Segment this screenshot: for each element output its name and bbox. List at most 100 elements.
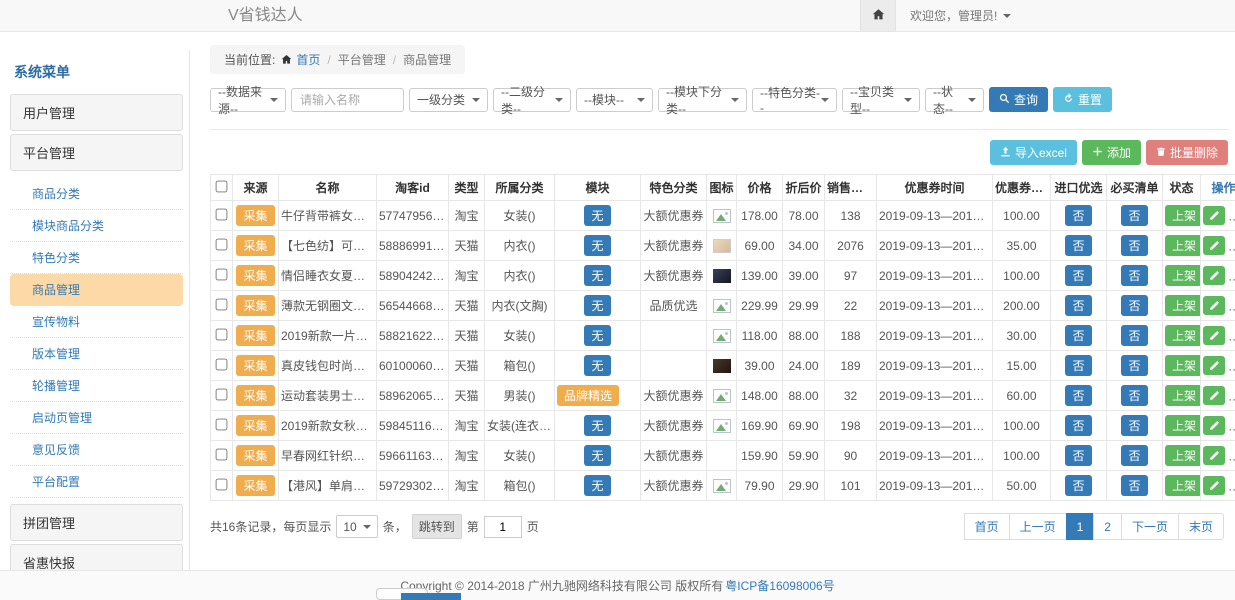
user-menu[interactable]: 欢迎您，管理员!	[910, 7, 1011, 24]
edit-button[interactable]	[1203, 206, 1225, 225]
icp-link[interactable]: 粤ICP备16098006号	[725, 577, 834, 594]
row-checkbox[interactable]	[216, 418, 228, 430]
row-checkbox[interactable]	[216, 358, 228, 370]
status-badge[interactable]: 上架	[1165, 235, 1201, 256]
row-checkbox[interactable]	[216, 478, 228, 490]
filter-status-select[interactable]: --状态--	[925, 88, 984, 112]
home-button[interactable]	[860, 0, 896, 31]
status-badge[interactable]: 上架	[1165, 325, 1201, 346]
edit-button[interactable]	[1203, 296, 1225, 315]
must-buy-toggle[interactable]: 否	[1121, 355, 1147, 376]
filter-feature-select[interactable]: --特色分类--	[752, 88, 837, 112]
imported-toggle[interactable]: 否	[1065, 235, 1091, 256]
jump-page-input[interactable]	[484, 516, 522, 538]
sidebar-group-users[interactable]: 用户管理	[10, 94, 183, 131]
row-checkbox[interactable]	[216, 388, 228, 400]
must-buy-toggle[interactable]: 否	[1121, 325, 1147, 346]
breadcrumb-home-link[interactable]: 首页	[296, 51, 320, 68]
filter-source-select[interactable]: --数据来源--	[210, 88, 286, 112]
batch-delete-button[interactable]: 批量删除	[1146, 140, 1228, 165]
edit-button[interactable]	[1203, 326, 1225, 345]
module-badge[interactable]: 无	[584, 235, 610, 256]
edit-button[interactable]	[1203, 476, 1225, 495]
must-buy-toggle[interactable]: 否	[1121, 385, 1147, 406]
per-page-select[interactable]: 10	[336, 515, 377, 538]
must-buy-toggle[interactable]: 否	[1121, 265, 1147, 286]
imported-toggle[interactable]: 否	[1065, 325, 1091, 346]
imported-toggle[interactable]: 否	[1065, 445, 1091, 466]
sidebar-item[interactable]: 平台配置	[10, 466, 183, 498]
add-button[interactable]: 添加	[1082, 140, 1141, 165]
module-badge[interactable]: 无	[584, 205, 610, 226]
sidebar-item[interactable]: 轮播管理	[10, 370, 183, 402]
sidebar-group[interactable]: 省惠快报	[10, 544, 183, 570]
status-badge[interactable]: 上架	[1165, 355, 1201, 376]
page-button[interactable]: 上一页	[1009, 513, 1067, 540]
import-excel-button[interactable]: 导入excel	[990, 140, 1077, 165]
edit-button[interactable]	[1203, 356, 1225, 375]
page-button[interactable]: 1	[1066, 513, 1095, 540]
must-buy-toggle[interactable]: 否	[1121, 475, 1147, 496]
must-buy-toggle[interactable]: 否	[1121, 205, 1147, 226]
module-badge[interactable]: 品牌精选	[557, 385, 619, 406]
module-badge[interactable]: 无	[584, 325, 610, 346]
status-badge[interactable]: 上架	[1165, 205, 1201, 226]
module-badge[interactable]: 无	[584, 445, 610, 466]
row-checkbox[interactable]	[216, 298, 228, 310]
imported-toggle[interactable]: 否	[1065, 415, 1091, 436]
filter-item-type-select[interactable]: --宝贝类型--	[842, 88, 920, 112]
imported-toggle[interactable]: 否	[1065, 475, 1091, 496]
must-buy-toggle[interactable]: 否	[1121, 295, 1147, 316]
filter-module-sub-select[interactable]: --模块下分类--	[658, 88, 747, 112]
row-checkbox[interactable]	[216, 268, 228, 280]
edit-button[interactable]	[1203, 446, 1225, 465]
status-badge[interactable]: 上架	[1165, 295, 1201, 316]
module-badge[interactable]: 无	[584, 475, 610, 496]
reset-button[interactable]: 重置	[1053, 87, 1112, 112]
page-button[interactable]: 下一页	[1121, 513, 1179, 540]
module-badge[interactable]: 无	[584, 265, 610, 286]
sidebar-item[interactable]: 版本管理	[10, 338, 183, 370]
module-badge[interactable]: 无	[584, 415, 610, 436]
must-buy-toggle[interactable]: 否	[1121, 415, 1147, 436]
row-checkbox[interactable]	[216, 208, 228, 220]
status-badge[interactable]: 上架	[1165, 445, 1201, 466]
jump-button[interactable]: 跳转到	[412, 514, 462, 539]
module-badge[interactable]: 无	[584, 295, 610, 316]
filter-module-select[interactable]: --模块--	[576, 88, 653, 112]
status-badge[interactable]: 上架	[1165, 265, 1201, 286]
imported-toggle[interactable]: 否	[1065, 295, 1091, 316]
status-badge[interactable]: 上架	[1165, 415, 1201, 436]
imported-toggle[interactable]: 否	[1065, 265, 1091, 286]
row-checkbox[interactable]	[216, 328, 228, 340]
module-badge[interactable]: 无	[584, 355, 610, 376]
sidebar-item[interactable]: 特色分类	[10, 242, 183, 274]
name-search-input[interactable]	[291, 88, 404, 112]
select-all-checkbox[interactable]	[216, 180, 228, 192]
imported-toggle[interactable]: 否	[1065, 205, 1091, 226]
sidebar-group-platform[interactable]: 平台管理	[10, 134, 183, 171]
must-buy-toggle[interactable]: 否	[1121, 445, 1147, 466]
page-button[interactable]: 首页	[964, 513, 1010, 540]
sidebar-item[interactable]: 启动页管理	[10, 402, 183, 434]
sidebar-item[interactable]: 宣传物料	[10, 306, 183, 338]
filter-category2-select[interactable]: --二级分类--	[493, 88, 571, 112]
sidebar-item[interactable]: 意见反馈	[10, 434, 183, 466]
must-buy-toggle[interactable]: 否	[1121, 235, 1147, 256]
edit-button[interactable]	[1203, 386, 1225, 405]
sidebar-group[interactable]: 拼团管理	[10, 504, 183, 541]
edit-button[interactable]	[1203, 416, 1225, 435]
row-checkbox[interactable]	[216, 238, 228, 250]
imported-toggle[interactable]: 否	[1065, 355, 1091, 376]
status-badge[interactable]: 上架	[1165, 385, 1201, 406]
filter-category1-select[interactable]: 一级分类	[409, 88, 488, 112]
sidebar-item[interactable]: 模块商品分类	[10, 210, 183, 242]
edit-button[interactable]	[1203, 236, 1225, 255]
row-checkbox[interactable]	[216, 448, 228, 460]
edit-button[interactable]	[1203, 266, 1225, 285]
search-button[interactable]: 查询	[989, 87, 1048, 112]
sidebar-item[interactable]: 商品管理	[10, 274, 183, 306]
imported-toggle[interactable]: 否	[1065, 385, 1091, 406]
page-button[interactable]: 末页	[1178, 513, 1224, 540]
status-badge[interactable]: 上架	[1165, 475, 1201, 496]
